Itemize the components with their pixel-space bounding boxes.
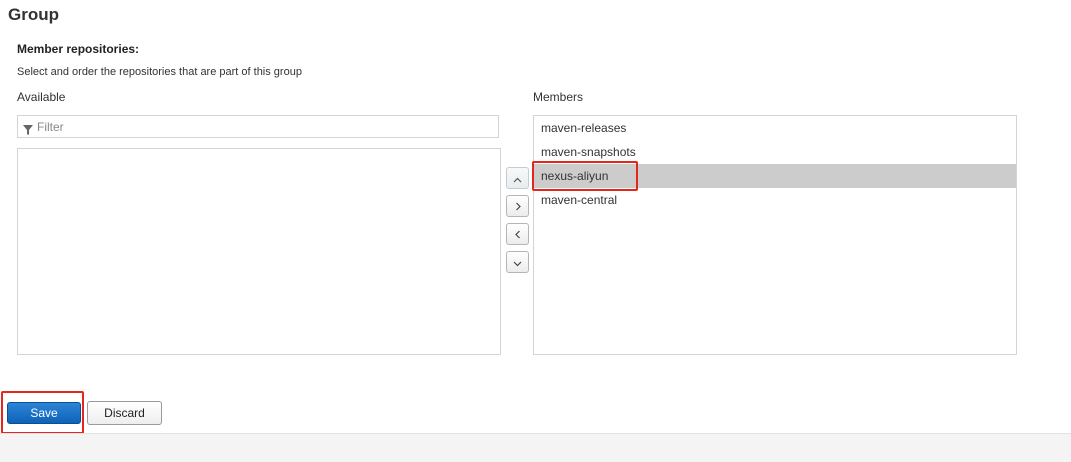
filter-icon [23, 122, 33, 140]
member-repositories-description: Select and order the repositories that a… [17, 66, 302, 78]
save-highlight-annotation [1, 391, 84, 434]
chevron-right-icon [515, 199, 521, 214]
members-label: Members [533, 90, 584, 104]
member-item-maven-central[interactable]: maven-central [534, 188, 1016, 212]
move-left-button[interactable] [506, 223, 529, 245]
move-right-button[interactable] [506, 195, 529, 217]
discard-button[interactable]: Discard [87, 401, 162, 425]
filter-field[interactable] [17, 115, 499, 138]
footer-bar [0, 433, 1071, 462]
available-label: Available [17, 90, 66, 104]
move-down-button[interactable] [506, 251, 529, 273]
filter-input[interactable] [37, 117, 492, 136]
chevron-up-icon [513, 171, 522, 186]
member-item-maven-releases[interactable]: maven-releases [534, 116, 1016, 140]
page-title: Group [8, 5, 59, 24]
member-highlight-annotation [532, 161, 638, 191]
move-up-button[interactable] [506, 167, 529, 189]
available-list[interactable] [17, 148, 501, 355]
chevron-left-icon [514, 227, 521, 242]
chevron-down-icon [513, 255, 522, 270]
members-list[interactable]: maven-releases maven-snapshots nexus-ali… [533, 115, 1017, 355]
member-repositories-label: Member repositories: [17, 42, 140, 56]
